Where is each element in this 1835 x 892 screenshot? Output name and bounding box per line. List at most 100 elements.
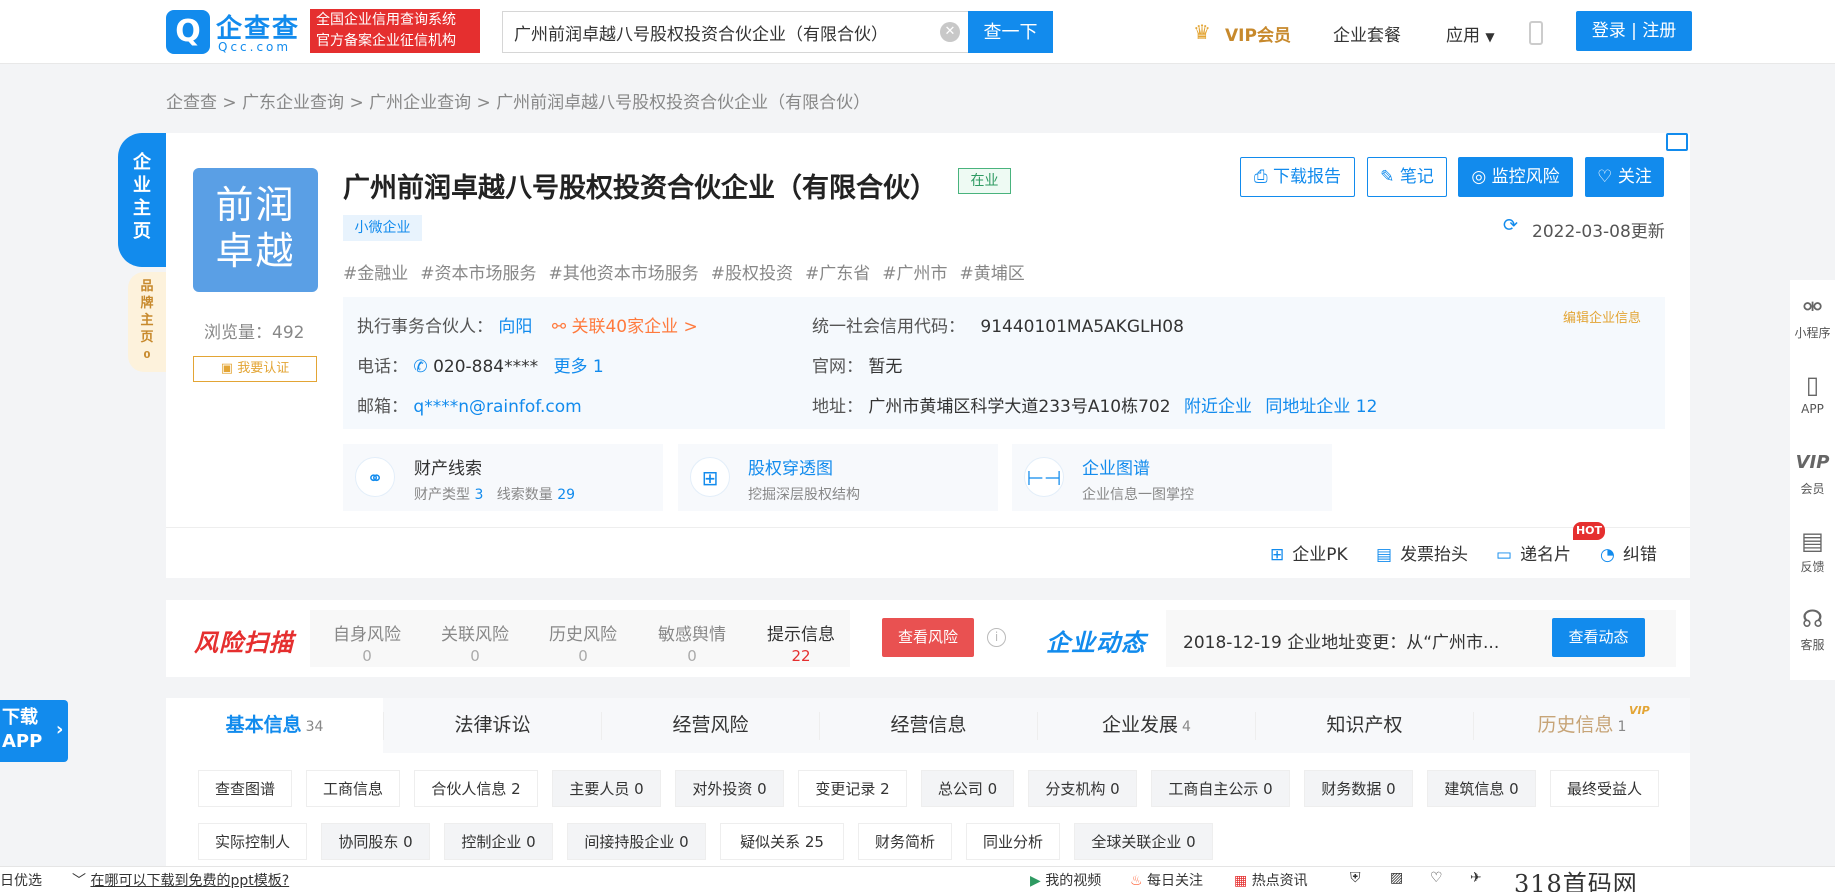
refresh-icon[interactable]: ⟳ bbox=[1503, 215, 1518, 236]
email-link[interactable]: q****n@rainfof.com bbox=[413, 397, 581, 417]
chip-business-info[interactable]: 工商信息 bbox=[306, 770, 400, 807]
same-address-link[interactable]: 同地址企业 12 bbox=[1265, 397, 1377, 417]
note-button[interactable]: ✎ 笔记 bbox=[1367, 157, 1447, 197]
view-risk-button[interactable]: 查看风险 bbox=[882, 618, 974, 657]
risk-history[interactable]: 历史风险 0 bbox=[546, 620, 620, 665]
float-service[interactable]: ☊ 客服 bbox=[1790, 602, 1835, 653]
chip-finance-brief[interactable]: 财务简析 bbox=[858, 823, 952, 860]
breadcrumb-city[interactable]: 广州企业查询 bbox=[369, 93, 471, 113]
tab-operation-risk[interactable]: 经营风险 bbox=[602, 698, 819, 753]
chip-controlled[interactable]: 控制企业 0 bbox=[444, 823, 553, 860]
feature-graph-sub: 企业信息一图掌控 bbox=[1082, 487, 1194, 503]
tab-company-home[interactable]: 企业主页 bbox=[118, 133, 166, 267]
search-input[interactable] bbox=[514, 20, 924, 44]
correct-tool[interactable]: ◔ 纠错 bbox=[1600, 540, 1657, 565]
plane-icon[interactable]: ✈ bbox=[1470, 870, 1482, 886]
nearby-companies-link[interactable]: 附近企业 bbox=[1184, 397, 1252, 417]
news-text[interactable]: 2018-12-19 企业地址变更：从“广州市... bbox=[1183, 628, 1499, 653]
size-badge[interactable]: 小微企业 bbox=[343, 215, 422, 241]
risk-label: 提示信息 bbox=[767, 625, 835, 645]
tab-basic-info[interactable]: 基本信息 34 bbox=[166, 698, 383, 753]
bottom-video[interactable]: ▶ 我的视频 bbox=[1030, 870, 1101, 890]
chip-suspected-relations[interactable]: 疑似关系 25 bbox=[720, 823, 844, 860]
clear-icon[interactable]: ✕ bbox=[940, 22, 960, 42]
industry-tag[interactable]: #股权投资 bbox=[711, 264, 793, 284]
industry-tag[interactable]: #广东省 bbox=[805, 264, 870, 284]
float-vip[interactable]: VIP 会员 bbox=[1790, 446, 1835, 497]
certify-button[interactable]: ▣ 我要认证 bbox=[193, 356, 317, 382]
monitor-risk-button[interactable]: ◎ 监控风险 bbox=[1458, 157, 1573, 197]
miniprogram-icon: ⚮ bbox=[1802, 293, 1823, 321]
industry-tag[interactable]: #其他资本市场服务 bbox=[549, 264, 699, 284]
industry-tag[interactable]: #金融业 bbox=[343, 264, 408, 284]
tab-operation-info[interactable]: 经营信息 bbox=[820, 698, 1037, 753]
video-icon: ▶ bbox=[1030, 873, 1046, 889]
edit-company-info-link[interactable]: 编辑企业信息 bbox=[1563, 307, 1641, 326]
risk-notice[interactable]: 提示信息 22 bbox=[764, 620, 838, 665]
bottom-daily[interactable]: ♨ 每日关注 bbox=[1130, 870, 1203, 890]
chip-construction[interactable]: 建筑信息 0 bbox=[1427, 770, 1536, 807]
risk-related[interactable]: 关联风险 0 bbox=[438, 620, 512, 665]
chip-co-shareholders[interactable]: 协同股东 0 bbox=[321, 823, 430, 860]
chip-branches[interactable]: 分支机构 0 bbox=[1028, 770, 1137, 807]
phone-more-link[interactable]: 更多 1 bbox=[554, 357, 604, 377]
chip-controller[interactable]: 实际控制人 bbox=[198, 823, 307, 860]
industry-tag[interactable]: #黄埔区 bbox=[960, 264, 1025, 284]
industry-tag[interactable]: #广州市 bbox=[882, 264, 947, 284]
official-badge: 全国企业信用查询系统 官方备案企业征信机构 bbox=[310, 9, 480, 53]
float-app[interactable]: ▯ APP bbox=[1790, 368, 1835, 416]
breadcrumb-province[interactable]: 广东企业查询 bbox=[242, 93, 344, 113]
risk-sentiment[interactable]: 敏感舆情 0 bbox=[655, 620, 729, 665]
company-pk-tool[interactable]: ⊞ 企业PK bbox=[1270, 540, 1348, 565]
tab-count: 4 bbox=[1182, 719, 1191, 735]
chip-industry-analysis[interactable]: 同业分析 bbox=[966, 823, 1060, 860]
bottom-hotnews[interactable]: ▦ 热点资讯 bbox=[1234, 870, 1308, 890]
view-news-button[interactable]: 查看动态 bbox=[1552, 618, 1645, 657]
company-news-logo: 企业动态 bbox=[1046, 629, 1146, 657]
chip-beneficiary[interactable]: 最终受益人 bbox=[1550, 770, 1659, 807]
business-card-tool[interactable]: ▭ 递名片 bbox=[1496, 540, 1571, 565]
tab-ip[interactable]: 知识产权 bbox=[1256, 698, 1473, 753]
follow-button[interactable]: ♡ 关注 bbox=[1585, 157, 1664, 197]
qcc-logo-icon[interactable]: Q bbox=[166, 10, 210, 54]
nav-package[interactable]: 企业套餐 bbox=[1333, 21, 1401, 46]
tab-label: 法律诉讼 bbox=[454, 714, 531, 736]
float-feedback[interactable]: ▤ 反馈 bbox=[1790, 524, 1835, 575]
invoice-tool[interactable]: ▤ 发票抬头 bbox=[1376, 540, 1468, 565]
heartbeat-icon[interactable]: ♡ bbox=[1430, 870, 1443, 886]
risk-count: 0 bbox=[470, 647, 480, 665]
chip-head-office[interactable]: 总公司 0 bbox=[921, 770, 1014, 807]
qrcode-icon[interactable] bbox=[1666, 133, 1688, 151]
chip-graph[interactable]: 查查图谱 bbox=[198, 770, 292, 807]
image-icon[interactable]: ▨ bbox=[1390, 870, 1403, 886]
related-companies-link[interactable]: ⚯ 关联40家企业 > bbox=[552, 317, 698, 337]
shield-icon[interactable]: ⛨ bbox=[1350, 870, 1361, 886]
chip-indirect-holdings[interactable]: 间接持股企业 0 bbox=[567, 823, 706, 860]
chip-changes[interactable]: 变更记录 2 bbox=[798, 770, 907, 807]
nav-apps[interactable]: 应用 ▼ bbox=[1446, 21, 1495, 46]
industry-tag[interactable]: #资本市场服务 bbox=[420, 264, 536, 284]
chip-key-personnel[interactable]: 主要人员 0 bbox=[552, 770, 661, 807]
chip-financial-data[interactable]: 财务数据 0 bbox=[1304, 770, 1413, 807]
download-report-button[interactable]: ⎙ 下载报告 bbox=[1240, 157, 1355, 197]
download-app-button[interactable]: 下载 APP › bbox=[0, 700, 68, 762]
mobile-icon[interactable] bbox=[1529, 21, 1543, 45]
info-icon[interactable]: i bbox=[987, 628, 1006, 647]
chip-self-disclosure[interactable]: 工商自主公示 0 bbox=[1151, 770, 1290, 807]
vip-link[interactable]: VIP会员 bbox=[1225, 21, 1291, 46]
chip-investments[interactable]: 对外投资 0 bbox=[675, 770, 784, 807]
float-miniprogram[interactable]: ⚮ 小程序 bbox=[1790, 290, 1835, 341]
risk-self[interactable]: 自身风险 0 bbox=[330, 620, 404, 665]
partner-link[interactable]: 向阳 bbox=[498, 317, 532, 337]
tab-brand-home[interactable]: 品牌主页 0 bbox=[128, 272, 166, 372]
bottom-left-text[interactable]: 日优选 bbox=[0, 870, 42, 890]
search-button[interactable]: 查一下 bbox=[968, 11, 1053, 53]
chip-global-related[interactable]: 全球关联企业 0 bbox=[1074, 823, 1213, 860]
tab-legal[interactable]: 法律诉讼 bbox=[384, 698, 601, 753]
login-button[interactable]: 登录 | 注册 bbox=[1576, 11, 1692, 51]
breadcrumb-home[interactable]: 企查查 bbox=[166, 93, 217, 113]
tab-history[interactable]: 历史信息 1 bbox=[1474, 698, 1690, 753]
tab-development[interactable]: 企业发展 4 bbox=[1038, 698, 1255, 753]
chip-partners[interactable]: 合伙人信息 2 bbox=[414, 770, 538, 807]
bottom-question-link[interactable]: ﹀ 在哪可以下载到免费的ppt模板? bbox=[72, 870, 289, 890]
